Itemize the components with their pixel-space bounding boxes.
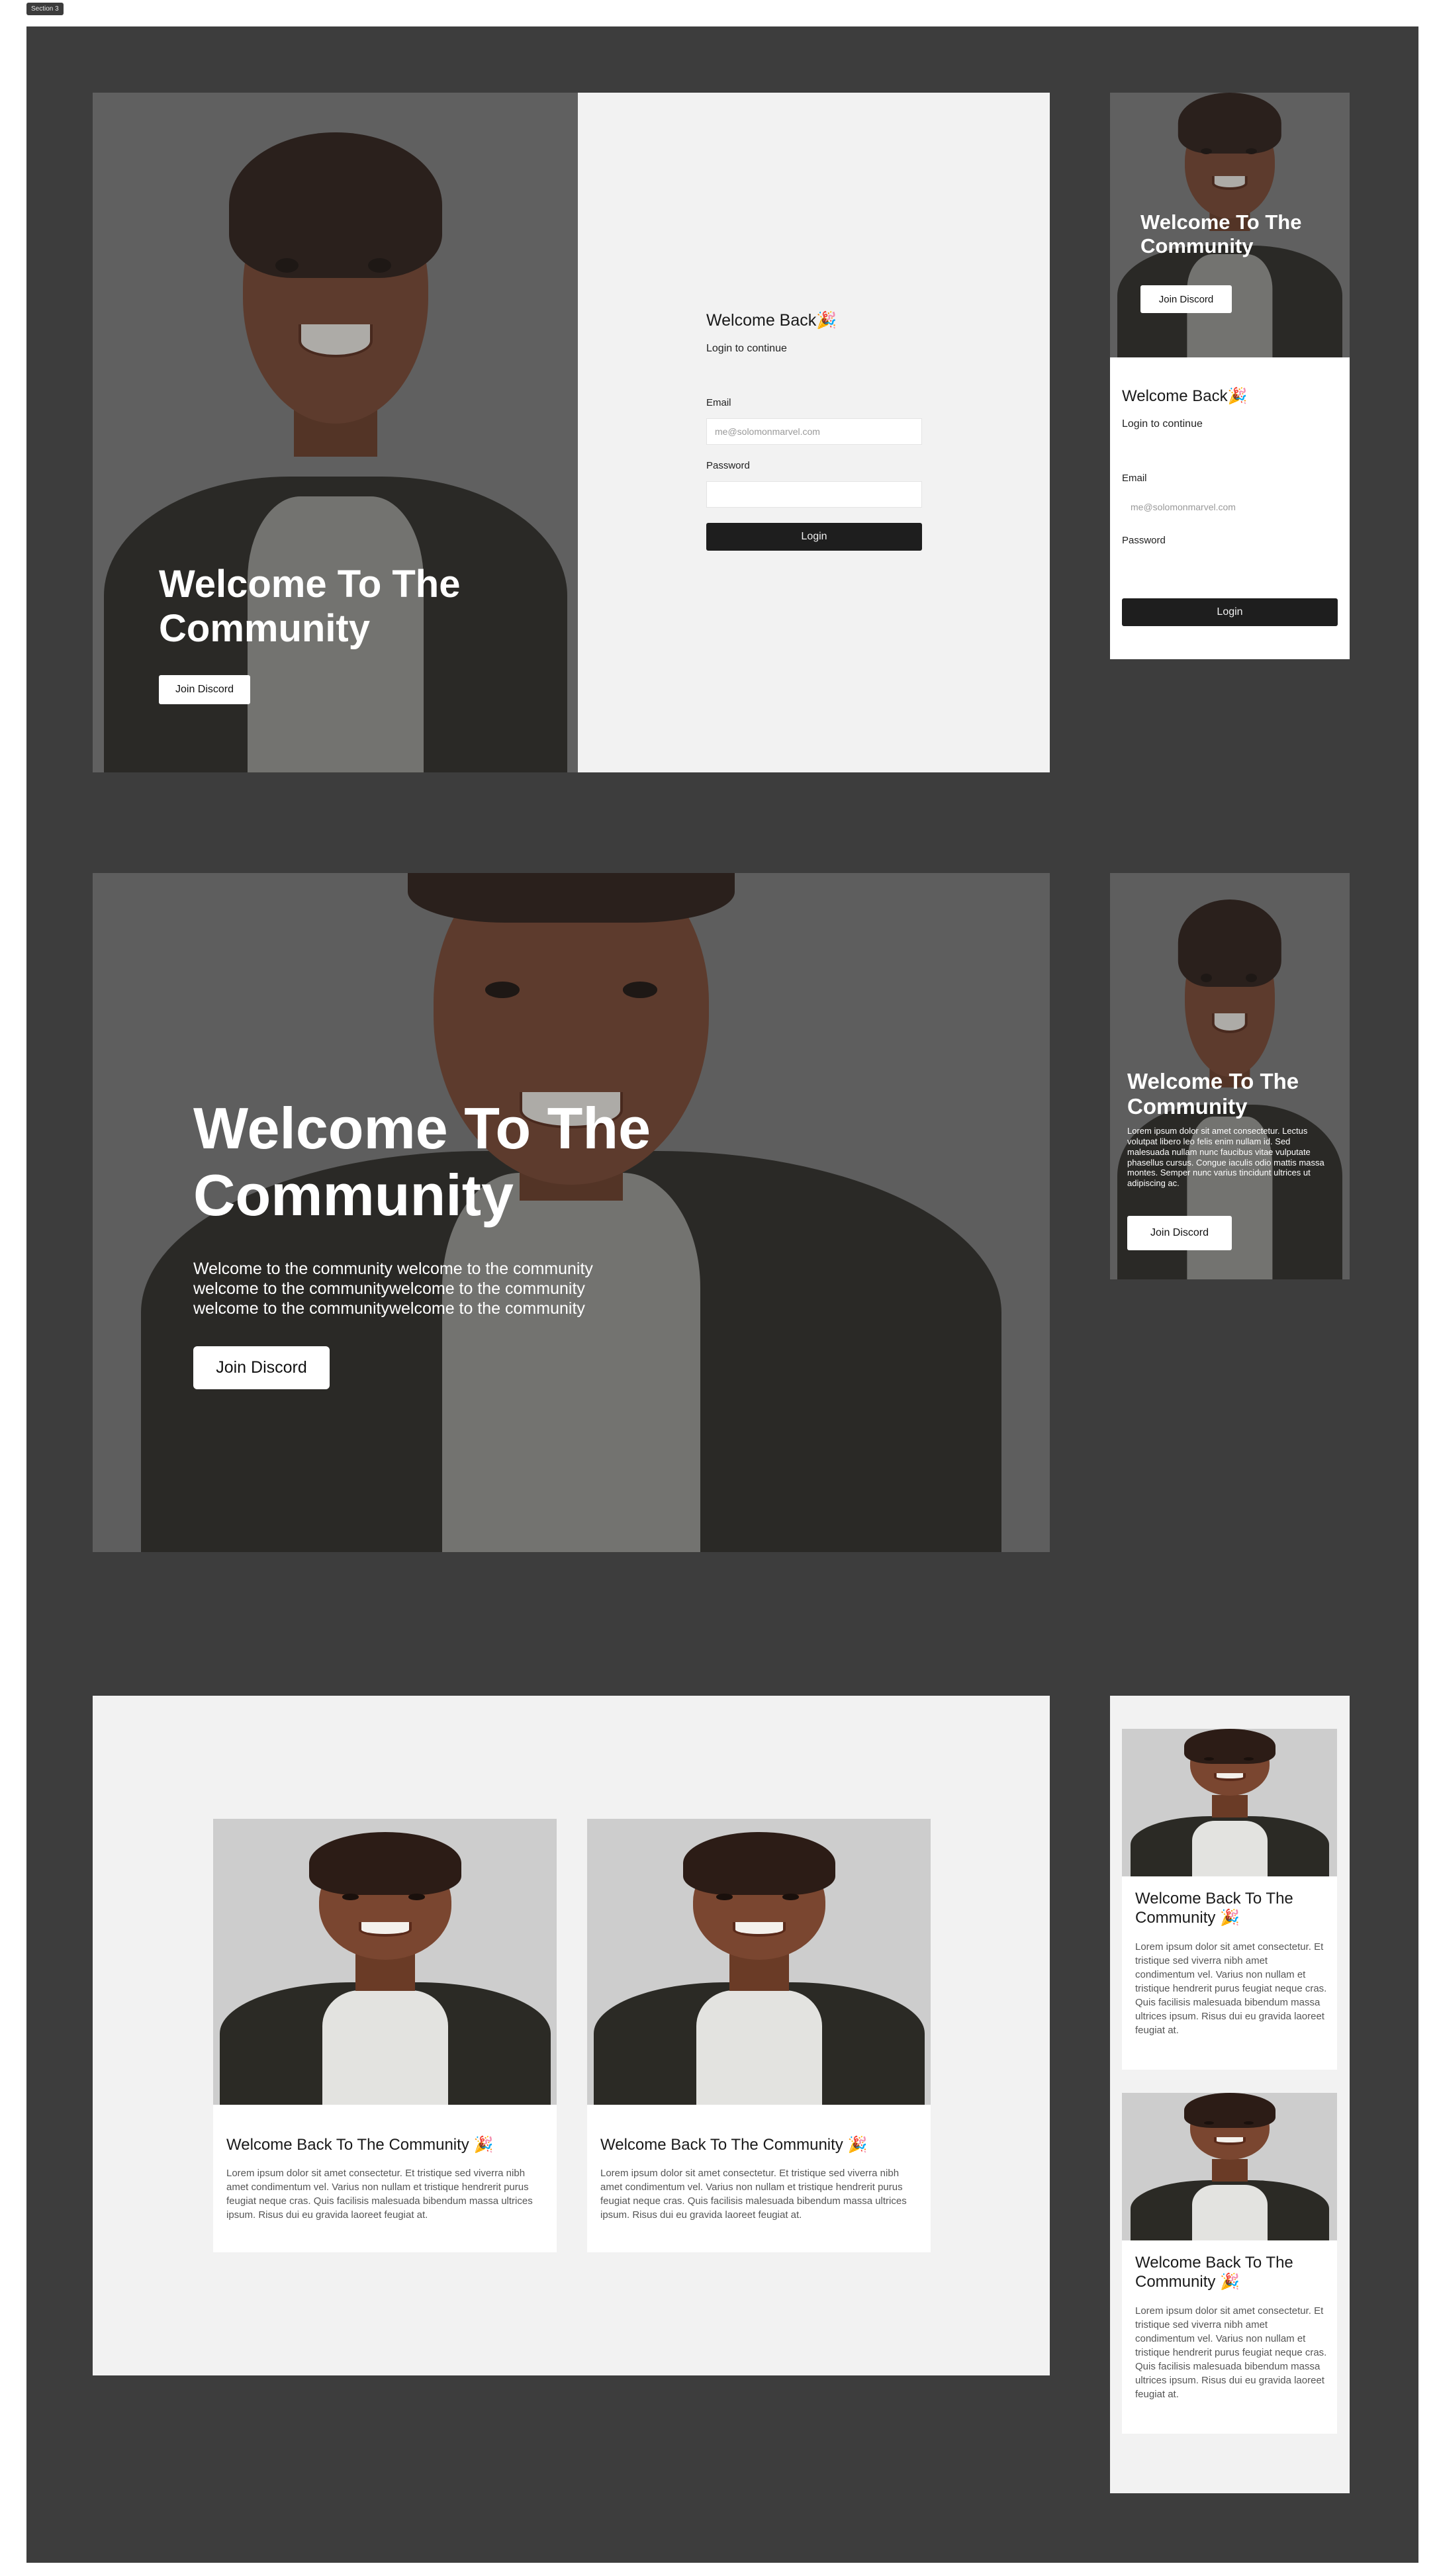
login-subheading: Login to continue: [706, 343, 787, 354]
mobile-login-frame: Welcome To The Community Join Discord We…: [1110, 93, 1350, 659]
hero-photo: Welcome To The Community Join Discord: [93, 93, 578, 772]
card-title: Welcome Back To The Community 🎉: [226, 2135, 493, 2154]
portrait-photo: [219, 1825, 551, 2105]
desktop-login-frame: Welcome To The Community Join Discord We…: [93, 93, 1050, 772]
join-discord-button[interactable]: Join Discord: [193, 1346, 330, 1389]
login-heading: Welcome Back🎉: [706, 311, 837, 330]
email-field[interactable]: me@solomonmarvel.com: [706, 418, 922, 445]
hero-title: Welcome To The Community: [193, 1095, 651, 1228]
party-popper-icon: 🎉: [1227, 387, 1248, 405]
desktop-cards-frame: Welcome Back To The Community 🎉 Lorem ip…: [93, 1696, 1050, 2375]
card-description: Lorem ipsum dolor sit amet consectetur. …: [226, 2168, 533, 2221]
card-image: [213, 1819, 557, 2105]
mobile-hero-frame: Welcome To The Community Lorem ipsum dol…: [1110, 873, 1350, 1279]
card-image: [587, 1819, 931, 2105]
card[interactable]: Welcome Back To The Community 🎉 Lorem ip…: [1122, 2240, 1337, 2434]
mobile-cards-frame: Welcome Back To The Community 🎉 Lorem ip…: [1110, 1696, 1350, 2493]
login-button[interactable]: Login: [706, 523, 922, 551]
portrait-photo: [1130, 2093, 1329, 2240]
party-popper-icon: 🎉: [473, 2136, 494, 2154]
card[interactable]: Welcome Back To The Community 🎉 Lorem ip…: [213, 2105, 557, 2252]
card-description: Lorem ipsum dolor sit amet consectetur. …: [600, 2168, 907, 2221]
card-title: Welcome Back To The Community 🎉: [600, 2135, 867, 2154]
join-discord-button[interactable]: Join Discord: [159, 675, 250, 704]
password-field[interactable]: [706, 481, 922, 508]
party-popper-icon: 🎉: [1220, 1908, 1240, 1927]
party-popper-icon: 🎉: [1220, 2272, 1240, 2291]
login-heading: Welcome Back🎉: [1122, 387, 1248, 406]
password-field[interactable]: [1122, 556, 1338, 582]
portrait-photo: [593, 1825, 925, 2105]
password-label: Password: [1122, 535, 1166, 546]
hero-description: Welcome to the community welcome to the …: [193, 1260, 593, 1318]
design-canvas: Welcome To The Community Join Discord We…: [26, 26, 1418, 2563]
desktop-hero-frame: Welcome To The Community Welcome to the …: [93, 873, 1050, 1552]
hero-title: Welcome To The Community: [1127, 1069, 1299, 1119]
login-subheading: Login to continue: [1122, 418, 1203, 430]
hero-title: Welcome To The Community: [1140, 210, 1302, 257]
join-discord-button[interactable]: Join Discord: [1140, 285, 1232, 313]
card-title: Welcome Back To The Community 🎉: [1135, 2254, 1327, 2292]
portrait-photo: [1130, 1729, 1329, 1876]
card-description: Lorem ipsum dolor sit amet consectetur. …: [1135, 2305, 1327, 2400]
email-label: Email: [1122, 473, 1147, 484]
card-title-text: Welcome Back To The Community: [226, 2136, 469, 2154]
login-button[interactable]: Login: [1122, 598, 1338, 626]
card-title-text: Welcome Back To The Community: [1135, 1890, 1293, 1927]
join-discord-button[interactable]: Join Discord: [1127, 1216, 1232, 1250]
hero-photo: Welcome To The Community Join Discord: [1110, 93, 1350, 357]
card-title-text: Welcome Back To The Community: [1135, 2254, 1293, 2291]
section-label[interactable]: Section 3: [26, 3, 64, 15]
card-description: Lorem ipsum dolor sit amet consectetur. …: [1135, 1941, 1327, 2036]
card[interactable]: Welcome Back To The Community 🎉 Lorem ip…: [587, 2105, 931, 2252]
email-label: Email: [706, 397, 731, 408]
party-popper-icon: 🎉: [816, 311, 837, 330]
card-image: [1122, 1729, 1337, 1876]
login-heading-text: Welcome Back: [706, 311, 817, 330]
password-label: Password: [706, 460, 750, 471]
card[interactable]: Welcome Back To The Community 🎉 Lorem ip…: [1122, 1876, 1337, 2070]
hero-description: Lorem ipsum dolor sit amet consectetur. …: [1127, 1126, 1324, 1189]
hero-title: Welcome To The Community: [159, 563, 461, 650]
login-heading-text: Welcome Back: [1122, 387, 1228, 405]
card-title-text: Welcome Back To The Community: [600, 2136, 843, 2154]
card-title: Welcome Back To The Community 🎉: [1135, 1890, 1327, 1928]
card-image: [1122, 2093, 1337, 2240]
party-popper-icon: 🎉: [847, 2136, 868, 2154]
email-field[interactable]: me@solomonmarvel.com: [1122, 494, 1338, 520]
